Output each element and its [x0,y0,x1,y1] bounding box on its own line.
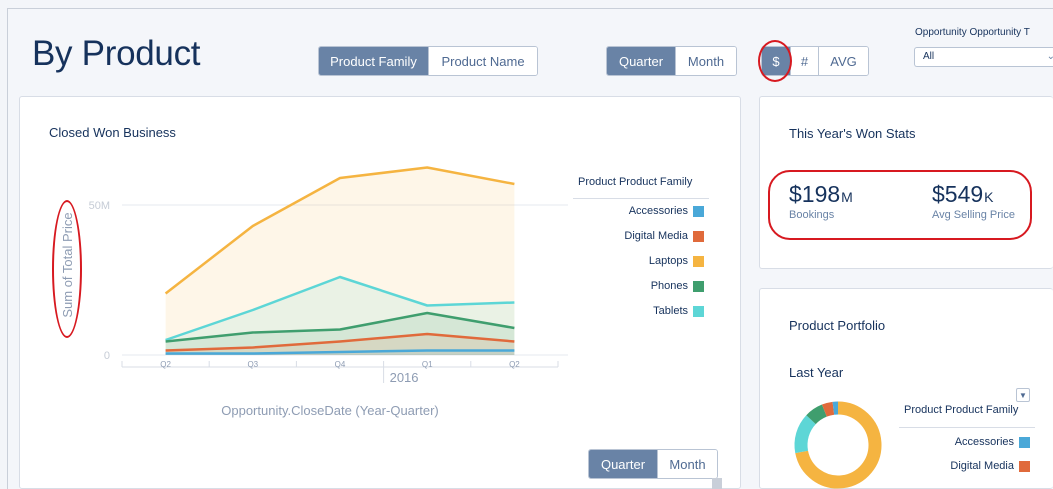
portfolio-legend-label: Accessories [954,436,1014,448]
donut-slice-digital-media[interactable] [821,401,835,417]
portfolio-legend-swatch [1019,460,1030,472]
portfolio-legend-item-accessories[interactable]: Accessories [955,436,1030,448]
portfolio-legend-divider [899,427,1035,428]
donut-slice-tablets[interactable] [794,415,817,454]
legend-toggle-button[interactable]: ▼ [1016,388,1030,402]
portfolio-legend-item-digital-media[interactable]: Digital Media [950,460,1030,472]
portfolio-legend-title: Product Product Family [904,404,1019,416]
portfolio-legend-swatch [1019,436,1030,448]
portfolio-donut [794,401,882,489]
portfolio-legend-label: Digital Media [950,460,1014,472]
donut-slice-phones[interactable] [806,404,828,425]
